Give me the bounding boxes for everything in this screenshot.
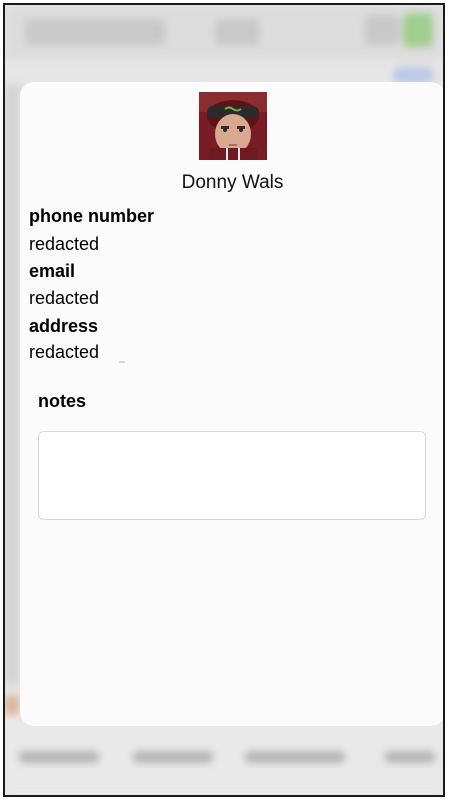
divider bbox=[119, 361, 125, 363]
background-text bbox=[385, 751, 435, 763]
contact-photo-icon bbox=[199, 92, 267, 160]
avatar bbox=[199, 92, 267, 160]
address-label: address bbox=[29, 316, 99, 336]
notes-label: notes bbox=[38, 391, 87, 411]
address-value: redacted bbox=[29, 342, 100, 362]
contact-name: Donny Wals bbox=[181, 172, 284, 193]
email-value: redacted bbox=[29, 288, 100, 308]
phone-number-value: redacted bbox=[29, 234, 100, 254]
email-label: email bbox=[29, 261, 76, 281]
background-block bbox=[25, 19, 165, 45]
background-side bbox=[5, 85, 20, 685]
background-text bbox=[245, 751, 345, 763]
background-text bbox=[133, 751, 213, 763]
notes-field[interactable] bbox=[38, 431, 426, 520]
screen: Donny Wals phone number redacted email r… bbox=[3, 3, 445, 797]
background-accent-blue bbox=[393, 67, 433, 83]
background-accent bbox=[403, 13, 433, 47]
contact-card: Donny Wals phone number redacted email r… bbox=[20, 82, 443, 726]
phone-number-label: phone number bbox=[29, 206, 154, 226]
background-block bbox=[365, 15, 399, 45]
background-block bbox=[215, 19, 259, 45]
background-text bbox=[19, 751, 99, 763]
